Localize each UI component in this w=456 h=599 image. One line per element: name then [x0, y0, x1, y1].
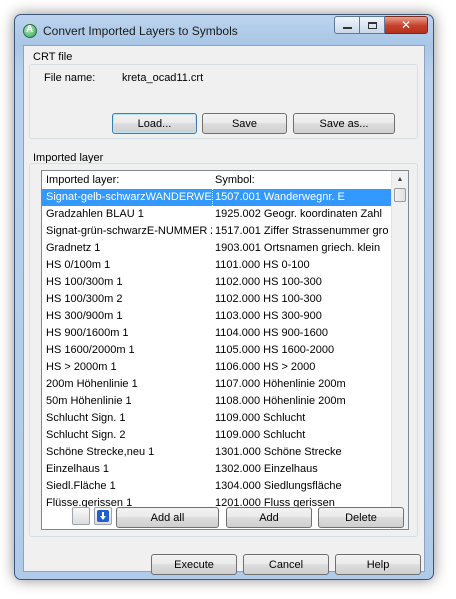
- maximize-button[interactable]: [360, 16, 385, 34]
- symbol-cell: 1105.000 HS 1600-2000: [215, 344, 335, 356]
- dialog-client-area: CRT file File name: kreta_ocad11.crt Loa…: [23, 45, 425, 575]
- table-row[interactable]: HS 100/300m 1 1102.000 HS 100-300: [42, 274, 392, 291]
- symbol-cell: 1103.000 HS 300-900: [215, 310, 322, 322]
- close-icon: ✕: [400, 18, 412, 32]
- imported-layer-cell: HS 0/100m 1: [46, 259, 111, 271]
- move-down-icon: [97, 510, 109, 522]
- imported-layer-cell: HS 1600/2000m 1: [46, 344, 135, 356]
- table-row[interactable]: Schlucht Sign. 2 1109.000 Schlucht: [42, 427, 392, 444]
- symbol-cell: 1507.001 Wanderwegnr. E: [215, 191, 345, 203]
- table-row[interactable]: HS 1600/2000m 1 1105.000 HS 1600-2000: [42, 342, 392, 359]
- symbol-cell: 1108.000 Höhenlinie 200m: [215, 395, 346, 407]
- layer-symbol-list[interactable]: Imported layer: Symbol: Signat-gelb-schw…: [41, 170, 409, 530]
- table-row[interactable]: HS 300/900m 1 1103.000 HS 300-900: [42, 308, 392, 325]
- symbol-cell: 1903.001 Ortsnamen griech. klein: [215, 242, 381, 254]
- delete-button[interactable]: Delete: [318, 507, 404, 528]
- imported-layer-cell: Schlucht Sign. 2: [46, 429, 126, 441]
- list-header: Imported layer: Symbol:: [42, 171, 392, 189]
- table-row[interactable]: HS 0/100m 1 1101.000 HS 0-100: [42, 257, 392, 274]
- imported-layer-cell: HS 100/300m 1: [46, 276, 123, 288]
- imported-layer-cell: HS 300/900m 1: [46, 310, 123, 322]
- file-name-label: File name:: [44, 72, 96, 84]
- symbol-cell: 1301.000 Schöne Strecke: [215, 446, 342, 458]
- imported-layer-cell: Schlucht Sign. 1: [46, 412, 126, 424]
- save-button[interactable]: Save: [202, 113, 287, 134]
- imported-layer-cell: HS > 2000m 1: [46, 361, 117, 373]
- table-row[interactable]: 50m Höhenlinie 1 1108.000 Höhenlinie 200m: [42, 393, 392, 410]
- table-row[interactable]: HS > 2000m 1 1106.000 HS > 2000: [42, 359, 392, 376]
- crt-group-label: CRT file: [33, 51, 73, 63]
- maximize-icon: [367, 21, 377, 29]
- imported-layer-cell: HS 100/300m 2: [46, 293, 123, 305]
- save-as-button[interactable]: Save as...: [293, 113, 395, 134]
- title-bar[interactable]: Convert Imported Layers to Symbols ✕: [15, 15, 433, 45]
- symbol-cell: 1102.000 HS 100-300: [215, 293, 322, 305]
- load-button[interactable]: Load...: [112, 113, 197, 134]
- imported-layer-cell: Siedl.Fläche 1: [46, 480, 116, 492]
- imported-layer-cell: Schöne Strecke,neu 1: [46, 446, 155, 458]
- table-row[interactable]: HS 100/300m 2 1102.000 HS 100-300: [42, 291, 392, 308]
- imported-layer-cell: Gradzahlen BLAU 1: [46, 208, 144, 220]
- table-row[interactable]: Einzelhaus 1 1302.000 Einzelhaus: [42, 461, 392, 478]
- table-row[interactable]: HS 900/1600m 1 1104.000 HS 900-1600: [42, 325, 392, 342]
- execute-button[interactable]: Execute: [151, 554, 237, 575]
- caption-buttons: ✕: [334, 16, 428, 36]
- app-icon: [23, 24, 37, 38]
- table-row[interactable]: Gradnetz 1 1903.001 Ortsnamen griech. kle…: [42, 240, 392, 257]
- add-all-button[interactable]: Add all: [116, 507, 219, 528]
- blank-square-button[interactable]: [72, 507, 90, 525]
- symbol-cell: 1107.000 Höhenlinie 200m: [215, 378, 346, 390]
- symbol-cell: 1302.000 Einzelhaus: [215, 463, 318, 475]
- imported-layer-cell: HS 900/1600m 1: [46, 327, 129, 339]
- move-down-button[interactable]: [94, 507, 112, 525]
- list-rows: Signat-gelb-schwarzWANDERWEG 1 1507.001 W…: [42, 189, 392, 512]
- symbol-cell: 1925.002 Geogr. koordinaten Zahl: [215, 208, 382, 220]
- window-title: Convert Imported Layers to Symbols: [43, 24, 238, 38]
- imported-layer-cell: Signat-grün-schwarzE-NUMMER 2: [46, 225, 212, 237]
- table-row[interactable]: 200m Höhenlinie 1 1107.000 Höhenlinie 200…: [42, 376, 392, 393]
- imported-layer-cell: Einzelhaus 1: [46, 463, 109, 475]
- table-row[interactable]: Schlucht Sign. 1 1109.000 Schlucht: [42, 410, 392, 427]
- column-header-imported-layer[interactable]: Imported layer:: [46, 174, 119, 186]
- table-row[interactable]: Siedl.Fläche 1 1304.000 Siedlungsfläche: [42, 478, 392, 495]
- symbol-cell: 1106.000 HS > 2000: [215, 361, 316, 373]
- symbol-cell: 1101.000 HS 0-100: [215, 259, 310, 271]
- dialog-window: Convert Imported Layers to Symbols ✕ CRT…: [14, 14, 434, 580]
- minimize-icon: [342, 27, 352, 29]
- table-row[interactable]: Signat-gelb-schwarzWANDERWEG 1 1507.001 W…: [42, 189, 392, 206]
- vertical-scrollbar[interactable]: ▲ ▼: [391, 171, 408, 529]
- imported-layer-cell: Signat-gelb-schwarzWANDERWEG 1: [46, 189, 213, 206]
- symbol-cell: 1109.000 Schlucht: [215, 429, 306, 441]
- table-row[interactable]: Gradzahlen BLAU 1 1925.002 Geogr. koordin…: [42, 206, 392, 223]
- table-row[interactable]: Schöne Strecke,neu 1 1301.000 Schöne Stre…: [42, 444, 392, 461]
- table-row[interactable]: Signat-grün-schwarzE-NUMMER 2 1517.001 Zi…: [42, 223, 392, 240]
- file-name-value: kreta_ocad11.crt: [122, 72, 204, 84]
- symbol-cell: 1517.001 Ziffer Strassenummer gro: [215, 225, 389, 237]
- symbol-cell: 1104.000 HS 900-1600: [215, 327, 328, 339]
- symbol-cell: 1304.000 Siedlungsfläche: [215, 480, 342, 492]
- column-header-symbol[interactable]: Symbol:: [215, 174, 255, 186]
- add-button[interactable]: Add: [226, 507, 312, 528]
- help-button[interactable]: Help: [335, 554, 421, 575]
- imported-layer-cell: 50m Höhenlinie 1: [46, 395, 132, 407]
- minimize-button[interactable]: [334, 16, 360, 34]
- close-button[interactable]: ✕: [385, 16, 428, 34]
- scroll-thumb[interactable]: [394, 188, 406, 202]
- symbol-cell: 1102.000 HS 100-300: [215, 276, 322, 288]
- scroll-up-icon[interactable]: ▲: [392, 171, 408, 187]
- cancel-button[interactable]: Cancel: [243, 554, 329, 575]
- symbol-cell: 1109.000 Schlucht: [215, 412, 306, 424]
- imported-layer-cell: 200m Höhenlinie 1: [46, 378, 138, 390]
- imported-layer-cell: Gradnetz 1: [46, 242, 101, 254]
